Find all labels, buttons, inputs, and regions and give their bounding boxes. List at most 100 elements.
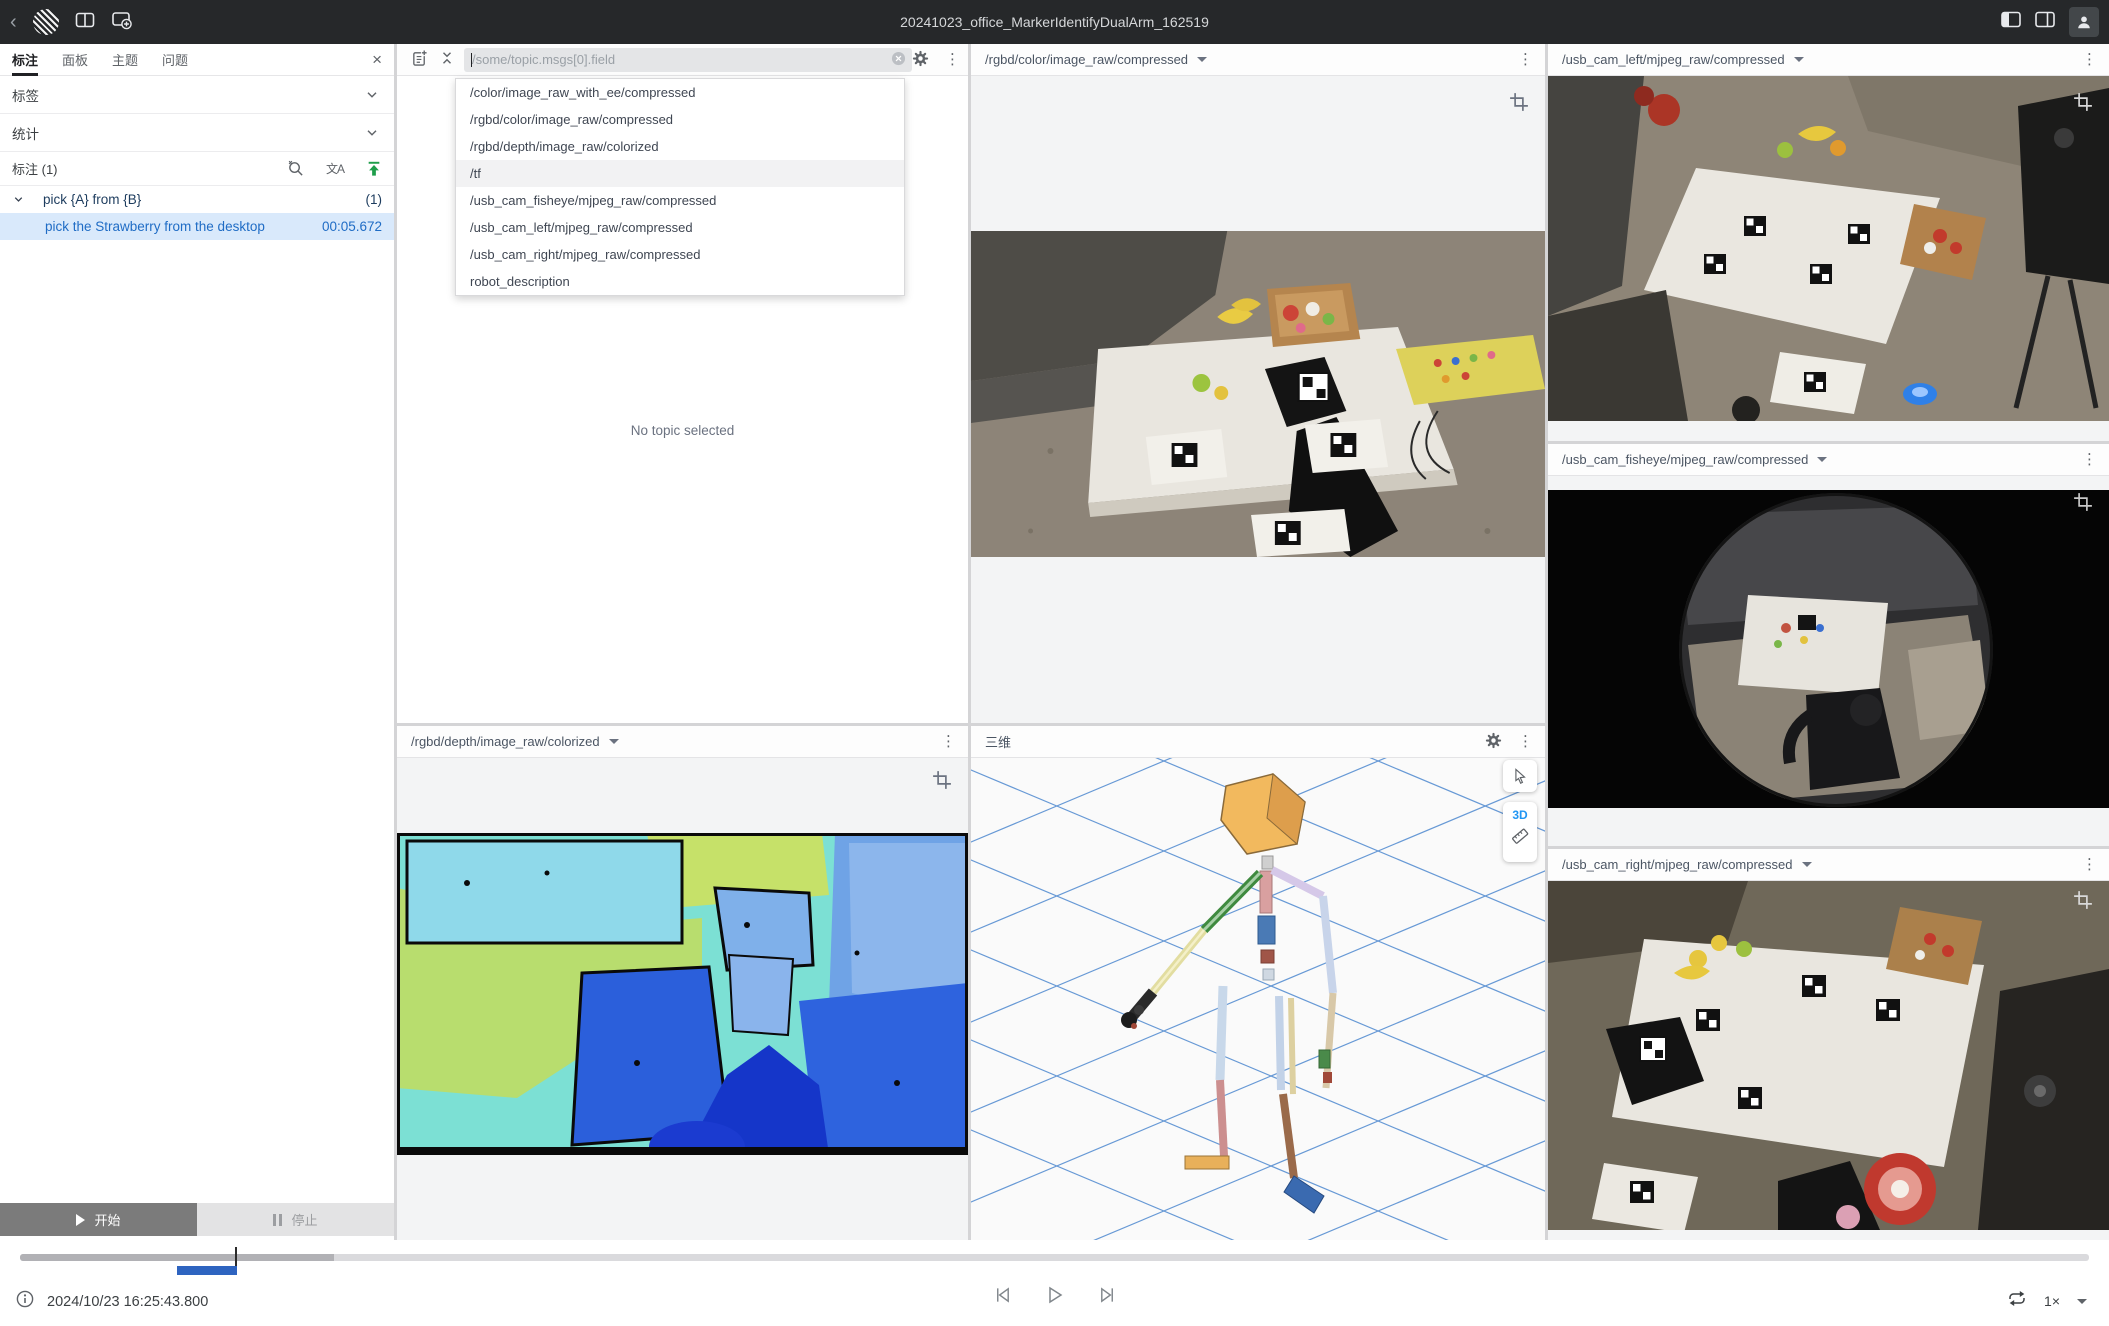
- playback-timestamp: 2024/10/23 16:25:43.800: [47, 1294, 208, 1310]
- topic-path-input[interactable]: [464, 48, 912, 72]
- three-d-panel-title[interactable]: 三维: [985, 732, 1011, 751]
- top-bar: ‹ 20241023_office_MarkerIdentifyDualArm_…: [0, 0, 2109, 44]
- text-cursor: [471, 53, 472, 67]
- measure-icon[interactable]: [1510, 826, 1530, 851]
- cam-fisheye-panel: /usb_cam_fisheye/mjpeg_raw/compressed ⋮: [1548, 444, 2109, 846]
- annotation-item-row[interactable]: pick the Strawberry from the desktop 00:…: [0, 213, 394, 240]
- crop-icon[interactable]: [2073, 890, 2093, 915]
- pause-icon: [273, 1214, 282, 1226]
- section-statistics-label: 统计: [12, 123, 39, 143]
- start-button[interactable]: 开始: [0, 1203, 197, 1236]
- panel-menu-icon[interactable]: ⋮: [1518, 734, 1533, 749]
- tab-panels[interactable]: 面板: [62, 44, 88, 76]
- topic-option[interactable]: /color/image_raw_with_ee/compressed: [456, 79, 904, 106]
- play-icon: [76, 1214, 85, 1226]
- stop-button[interactable]: 停止: [197, 1203, 394, 1236]
- caret-down-icon: [1817, 457, 1827, 462]
- crop-icon[interactable]: [932, 770, 952, 795]
- cam-fisheye-image: [1548, 490, 2109, 808]
- search-annotations-icon[interactable]: [287, 160, 304, 177]
- topic-option-highlighted[interactable]: /tf: [456, 160, 904, 187]
- panel-menu-icon[interactable]: ⋮: [2082, 52, 2097, 67]
- panel-menu-icon[interactable]: ⋮: [1518, 52, 1533, 67]
- crop-icon[interactable]: [2073, 492, 2093, 517]
- annotation-group-count: (1): [366, 192, 383, 207]
- collapse-all-icon[interactable]: [440, 50, 454, 69]
- translate-icon[interactable]: 文A: [326, 160, 344, 177]
- seek-backward-button[interactable]: [993, 1286, 1012, 1309]
- caret-down-icon: [1802, 862, 1812, 867]
- sidebar-tab-bar: 标注 面板 主题 问题 ×: [0, 44, 394, 76]
- cam-right-panel-title[interactable]: /usb_cam_right/mjpeg_raw/compressed: [1562, 857, 1793, 872]
- timeline-annotation[interactable]: [177, 1266, 237, 1275]
- cam-fisheye-panel-title[interactable]: /usb_cam_fisheye/mjpeg_raw/compressed: [1562, 452, 1808, 467]
- left-sidebar: 标注 面板 主题 问题 × 标签 统计 标注 (1) 文A pi: [0, 44, 394, 1240]
- topic-option[interactable]: /usb_cam_fisheye/mjpeg_raw/compressed: [456, 187, 904, 214]
- annotations-count-label: 标注 (1): [12, 159, 58, 178]
- section-tags[interactable]: 标签: [0, 76, 394, 114]
- caret-down-icon: [1794, 57, 1804, 62]
- rgb-camera-image: [971, 231, 1545, 557]
- view-mode-button-group[interactable]: 3D: [1503, 802, 1537, 862]
- toggle-left-sidebar-icon[interactable]: [2001, 11, 2021, 33]
- section-tags-label: 标签: [12, 85, 39, 105]
- select-tool-button[interactable]: [1503, 760, 1537, 792]
- annotation-item-label: pick the Strawberry from the desktop: [45, 219, 322, 234]
- cam-left-panel-title[interactable]: /usb_cam_left/mjpeg_raw/compressed: [1562, 52, 1785, 67]
- section-statistics[interactable]: 统计: [0, 114, 394, 152]
- tab-topics[interactable]: 主题: [112, 44, 138, 76]
- seek-forward-button[interactable]: [1098, 1286, 1117, 1309]
- topic-option[interactable]: /usb_cam_right/mjpeg_raw/compressed: [456, 241, 904, 268]
- annotation-item-time: 00:05.672: [322, 219, 382, 234]
- timeline-loaded: [20, 1254, 334, 1261]
- chevron-down-icon: [364, 87, 380, 103]
- mode-3d-label[interactable]: 3D: [1512, 802, 1527, 822]
- user-avatar[interactable]: [2069, 7, 2099, 37]
- three-d-panel: 三维 ⋮: [971, 726, 1545, 1240]
- topic-option[interactable]: /rgbd/depth/image_raw/colorized: [456, 133, 904, 160]
- no-topic-selected-text: No topic selected: [397, 423, 968, 438]
- crop-icon[interactable]: [1509, 92, 1529, 117]
- chevron-down-icon: [364, 125, 380, 141]
- panel-menu-icon[interactable]: ⋮: [941, 734, 956, 749]
- play-button[interactable]: [1046, 1286, 1064, 1309]
- cursor-icon: [1511, 767, 1529, 785]
- info-icon[interactable]: [16, 1290, 34, 1313]
- recording-title: 20241023_office_MarkerIdentifyDualArm_16…: [0, 14, 2109, 30]
- depth-panel-title[interactable]: /rgbd/depth/image_raw/colorized: [411, 734, 600, 749]
- annotations-header: 标注 (1) 文A: [0, 152, 394, 186]
- caret-down-icon: [609, 739, 619, 744]
- timeline-track[interactable]: [20, 1254, 2089, 1261]
- chevron-down-icon: [12, 193, 25, 206]
- panel-menu-icon[interactable]: ⋮: [945, 52, 960, 67]
- topic-dropdown: /color/image_raw_with_ee/compressed /rgb…: [455, 78, 905, 296]
- topic-option[interactable]: robot_description: [456, 268, 904, 295]
- loop-icon[interactable]: [2007, 1290, 2027, 1312]
- copy-message-icon[interactable]: [411, 49, 428, 70]
- app-window: ‹ 20241023_office_MarkerIdentifyDualArm_…: [0, 0, 2109, 1326]
- annotation-group-row[interactable]: pick {A} from {B} (1): [0, 186, 394, 213]
- cam-left-panel: /usb_cam_left/mjpeg_raw/compressed ⋮: [1548, 44, 2109, 441]
- scroll-to-top-icon[interactable]: [366, 161, 382, 177]
- speed-caret-icon[interactable]: [2077, 1299, 2087, 1304]
- cam-right-image: [1548, 881, 2109, 1230]
- clear-input-icon[interactable]: [891, 51, 906, 69]
- rgb-panel-title[interactable]: /rgbd/color/image_raw/compressed: [985, 52, 1188, 67]
- cam-right-panel: /usb_cam_right/mjpeg_raw/compressed ⋮: [1548, 849, 2109, 1240]
- panel-settings-icon[interactable]: [912, 50, 929, 70]
- panel-menu-icon[interactable]: ⋮: [2082, 452, 2097, 467]
- topic-option[interactable]: /usb_cam_left/mjpeg_raw/compressed: [456, 214, 904, 241]
- topic-option[interactable]: /rgbd/color/image_raw/compressed: [456, 106, 904, 133]
- cam-left-image: [1548, 76, 2109, 421]
- playback-speed[interactable]: 1×: [2044, 1293, 2060, 1309]
- panel-settings-icon[interactable]: [1485, 732, 1502, 752]
- crop-icon[interactable]: [2073, 92, 2093, 117]
- close-sidebar-icon[interactable]: ×: [372, 50, 382, 70]
- rgb-camera-panel: /rgbd/color/image_raw/compressed ⋮: [971, 44, 1545, 723]
- toggle-right-sidebar-icon[interactable]: [2035, 11, 2055, 33]
- tab-annotations[interactable]: 标注: [12, 44, 38, 76]
- panel-menu-icon[interactable]: ⋮: [2082, 857, 2097, 872]
- depth-image-panel: /rgbd/depth/image_raw/colorized ⋮: [397, 726, 968, 1240]
- tab-problems[interactable]: 问题: [162, 44, 188, 76]
- annotation-group-label: pick {A} from {B}: [43, 192, 366, 207]
